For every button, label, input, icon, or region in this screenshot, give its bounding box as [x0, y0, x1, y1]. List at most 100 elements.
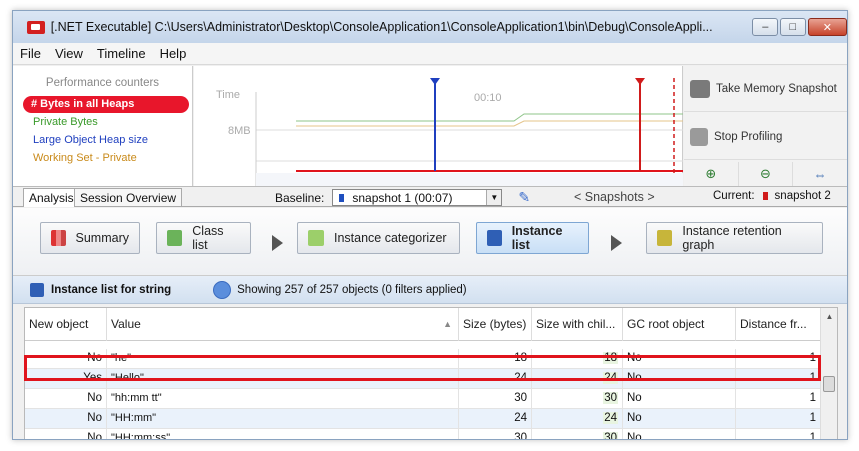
zoom-fit-icon[interactable]: ⇔	[793, 162, 847, 186]
size-children-value: 30	[603, 432, 618, 439]
instance-retention-graph-button[interactable]: Instance retention graph	[646, 222, 823, 254]
working-set-series	[296, 120, 683, 127]
class-list-button[interactable]: Class list	[156, 222, 251, 254]
current-label: Current:	[713, 190, 755, 202]
take-snapshot-button[interactable]: Take Memory Snapshot	[684, 66, 847, 112]
categorizer-icon	[308, 230, 324, 246]
class-list-label: Class list	[192, 224, 224, 252]
baseline-select[interactable]: snapshot 1 (00:07) ▼	[332, 189, 503, 206]
bar-chart-icon	[51, 230, 66, 246]
current-value[interactable]: snapshot 2	[775, 190, 831, 202]
col-new-object[interactable]: New object	[25, 308, 107, 341]
cell-distance: 1	[809, 432, 816, 440]
title-bar: [.NET Executable] C:\Users\Administrator…	[13, 11, 847, 43]
take-snapshot-label: Take Memory Snapshot	[716, 82, 837, 95]
tab-analysis[interactable]: Analysis	[23, 188, 80, 207]
cell-distance: 1	[809, 412, 816, 424]
table-row[interactable]: No "HH:mm" 24 24 No 1	[25, 409, 820, 429]
scroll-up-icon[interactable]: ▲	[821, 308, 838, 324]
baseline-marker-icon	[339, 193, 345, 202]
stop-profiling-label: Stop Profiling	[714, 130, 783, 143]
col-size-with-children[interactable]: Size with chil...	[532, 308, 623, 341]
maximize-button[interactable]: □	[780, 18, 806, 36]
scrollbar-thumb[interactable]	[823, 376, 835, 392]
instance-list-button[interactable]: Instance list	[476, 222, 589, 254]
current-marker-icon	[762, 192, 768, 200]
counter-large-object-heap[interactable]: Large Object Heap size	[13, 132, 192, 149]
counters-title: Performance counters	[45, 77, 160, 89]
performance-counters-panel: Performance counters # Bytes in all Heap…	[13, 66, 193, 186]
camera-icon	[690, 79, 710, 98]
col-distance[interactable]: Distance fr...	[736, 308, 820, 341]
stop-icon	[690, 127, 708, 146]
row-highlight-annotation	[24, 355, 821, 381]
baseline-label: Baseline:	[275, 190, 325, 205]
cell-gc-root: No	[623, 409, 736, 429]
close-button[interactable]: ✕	[807, 18, 847, 36]
cell-new-object: No	[25, 429, 107, 439]
zoom-in-icon[interactable]: ⊕	[684, 162, 739, 186]
instance-list-header: Instance list for string Showing 257 of …	[13, 276, 847, 304]
grid-header: New object Value ▲ Size (bytes) Size wit…	[25, 308, 820, 341]
cell-size-children: 30	[532, 429, 623, 439]
filter-status-icon	[213, 280, 232, 299]
menu-bar: File View Timeline Help	[13, 43, 847, 65]
baseline-control: Baseline: snapshot 1 (00:07) ▼ ✎	[275, 189, 530, 206]
menu-file[interactable]: File	[13, 46, 48, 61]
pencil-icon[interactable]: ✎	[518, 189, 530, 206]
current-marker-head	[635, 78, 645, 85]
filter-status-text: Showing 257 of 257 objects (0 filters ap…	[237, 283, 467, 296]
instance-categorizer-button[interactable]: Instance categorizer	[297, 222, 460, 254]
col-gc-root[interactable]: GC root object	[623, 308, 736, 341]
table-row[interactable]: No "hh:mm tt" 30 30 No 1	[25, 389, 820, 409]
baseline-value: snapshot 1 (00:07)	[352, 190, 453, 205]
counter-bytes-in-all-heaps[interactable]: # Bytes in all Heaps	[23, 96, 189, 113]
cell-distance: 1	[809, 392, 816, 404]
zoom-controls: ⊕ ⊖ ⇔	[684, 162, 847, 186]
snapshots-navigator[interactable]: < Snapshots >	[574, 190, 655, 204]
col-value[interactable]: Value ▲	[107, 308, 459, 341]
cell-size: 24	[459, 409, 532, 429]
table-row[interactable]: No "HH:mm:ss" 30 30 No 1	[25, 429, 820, 440]
menu-help[interactable]: Help	[153, 46, 194, 61]
col-value-label: Value	[111, 317, 141, 331]
arrow-right-icon	[272, 235, 283, 251]
vertical-scrollbar[interactable]: ▲	[820, 308, 838, 439]
timeline-scroll-track	[256, 173, 683, 186]
cell-gc-root: No	[623, 429, 736, 439]
sort-ascending-icon: ▲	[443, 319, 452, 329]
instance-list-icon	[30, 282, 44, 297]
retention-graph-icon	[657, 230, 673, 246]
cell-value: "HH:mm"	[107, 409, 459, 429]
private-bytes-series	[296, 113, 683, 122]
zoom-out-icon[interactable]: ⊖	[739, 162, 794, 186]
baseline-marker-head	[430, 78, 440, 85]
cell-size-children: 30	[532, 389, 623, 409]
cell-value: "hh:mm tt"	[107, 389, 459, 409]
stop-profiling-button[interactable]: Stop Profiling	[684, 114, 847, 160]
size-children-value: 30	[603, 392, 618, 404]
cell-value: "HH:mm:ss"	[107, 429, 459, 439]
instance-retention-graph-label: Instance retention graph	[682, 224, 782, 252]
instance-list-icon	[487, 230, 502, 246]
window-title: [.NET Executable] C:\Users\Administrator…	[50, 20, 713, 34]
menu-view[interactable]: View	[48, 46, 90, 61]
size-children-value: 24	[603, 412, 618, 424]
cell-size: 30	[459, 429, 532, 439]
class-list-icon	[167, 230, 183, 246]
menu-timeline[interactable]: Timeline	[90, 46, 153, 61]
cell-new-object: No	[25, 409, 107, 429]
counter-private-bytes[interactable]: Private Bytes	[13, 114, 192, 131]
current-snapshot: Current: snapshot 2	[713, 190, 831, 202]
minimize-button[interactable]: –	[752, 18, 779, 36]
arrow-right-icon	[611, 235, 622, 251]
tab-session-overview[interactable]: Session Overview	[74, 188, 183, 207]
counter-working-set-private[interactable]: Working Set - Private	[13, 150, 192, 167]
chevron-down-icon[interactable]: ▼	[486, 190, 502, 205]
app-icon	[27, 20, 45, 34]
analysis-navigation: Summary Class list Instance categorizer …	[13, 208, 847, 276]
summary-button[interactable]: Summary	[40, 222, 140, 254]
col-size[interactable]: Size (bytes)	[459, 308, 532, 341]
summary-label: Summary	[75, 231, 129, 245]
timeline-graph[interactable]: Time 00:10 8MB	[194, 66, 683, 186]
